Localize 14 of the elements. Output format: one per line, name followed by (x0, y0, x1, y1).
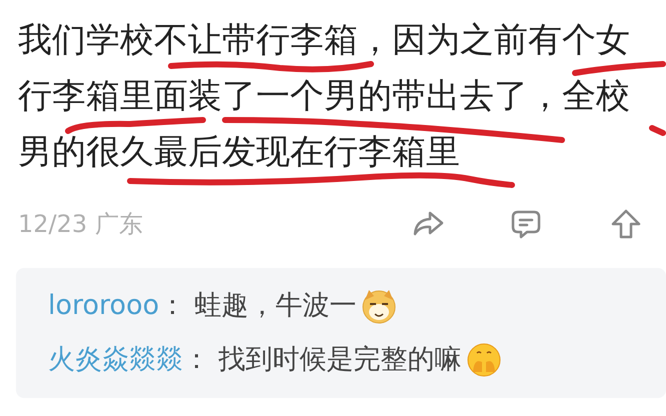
marker-stroke (649, 125, 666, 136)
reply-text: ： 蛙趣，牛波一 (159, 289, 357, 323)
hands-over-face-icon (466, 342, 502, 378)
post-text-line: 行李箱里面装了一个男的带出去了，全校 (18, 78, 630, 114)
reply-username[interactable]: lororooo (48, 288, 160, 324)
up-arrow-icon (611, 208, 641, 240)
post-text-line: 我们学校不让带行李箱，因为之前有个女 (18, 22, 630, 58)
post-meta: 12/23 广东 (18, 209, 143, 240)
reply-text: ： 找到时候是完整的嘛 (183, 343, 462, 377)
reply-username[interactable]: 火炎焱燚燚 (48, 342, 183, 378)
share-icon (412, 210, 444, 238)
dog-face-icon (360, 288, 397, 324)
comment-icon (510, 208, 542, 240)
post-text-line: 男的很久最后发现在行李箱里 (18, 134, 460, 170)
